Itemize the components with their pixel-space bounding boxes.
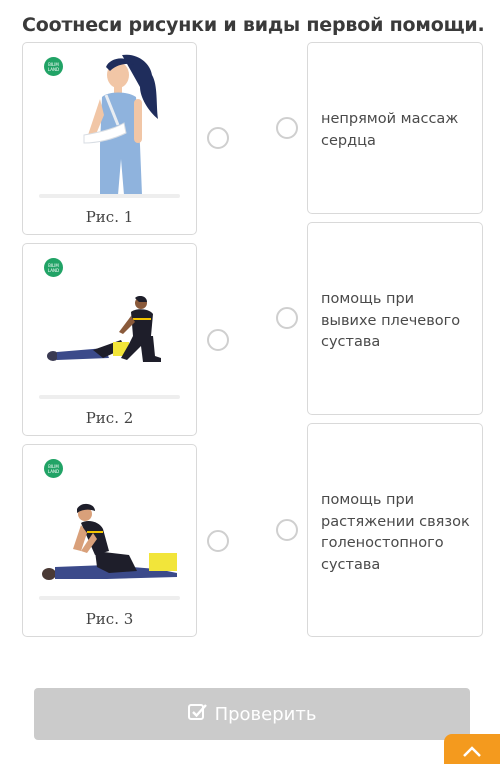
illustration-shoulder-dislocation	[47, 296, 161, 362]
bilimland-logo: BILIM LAND	[44, 459, 63, 478]
image-card-2[interactable]: BILIM LAND Рис. 2	[22, 243, 197, 436]
answer-card-2[interactable]: помощь при вывихе плечевого сустава	[307, 222, 483, 415]
chevron-up-icon	[463, 746, 481, 757]
floor-shadow	[39, 596, 180, 600]
scroll-to-top-button[interactable]	[444, 734, 500, 764]
check-square-icon	[187, 703, 208, 726]
answer-3-radio[interactable]	[276, 519, 298, 541]
answer-text: непрямой массаж сердца	[321, 111, 459, 149]
answer-card-1[interactable]: непрямой массаж сердца	[307, 42, 483, 214]
image-1-radio[interactable]	[207, 127, 229, 149]
answer-text: помощь при растяжении связок голеностопн…	[321, 492, 470, 573]
image-caption: Рис. 2	[85, 409, 134, 427]
image-card-3[interactable]: BILIM LAND Рис. 3	[22, 444, 197, 637]
check-button[interactable]: Проверить	[34, 688, 470, 740]
answer-card-3[interactable]: помощь при растяжении связок голеностопн…	[307, 423, 483, 637]
image-3-radio[interactable]	[207, 530, 229, 552]
floor-shadow	[39, 395, 180, 399]
answer-1-radio[interactable]	[276, 117, 298, 139]
answer-text: помощь при вывихе плечевого сустава	[321, 291, 461, 350]
illustration-arm-sling	[83, 54, 158, 195]
image-card-1[interactable]: BILIM LAND Рис. 1	[22, 42, 197, 235]
page-title: Соотнеси рисунки и виды первой помощи.	[22, 14, 485, 36]
check-button-label: Проверить	[214, 703, 317, 725]
bilimland-logo: BILIM LAND	[44, 57, 63, 76]
answer-2-radio[interactable]	[276, 307, 298, 329]
image-2-radio[interactable]	[207, 329, 229, 351]
bilimland-logo: BILIM LAND	[44, 258, 63, 277]
illustration-cpr	[42, 503, 177, 580]
floor-shadow	[39, 194, 180, 198]
image-caption: Рис. 3	[85, 610, 134, 628]
image-caption: Рис. 1	[85, 208, 134, 226]
